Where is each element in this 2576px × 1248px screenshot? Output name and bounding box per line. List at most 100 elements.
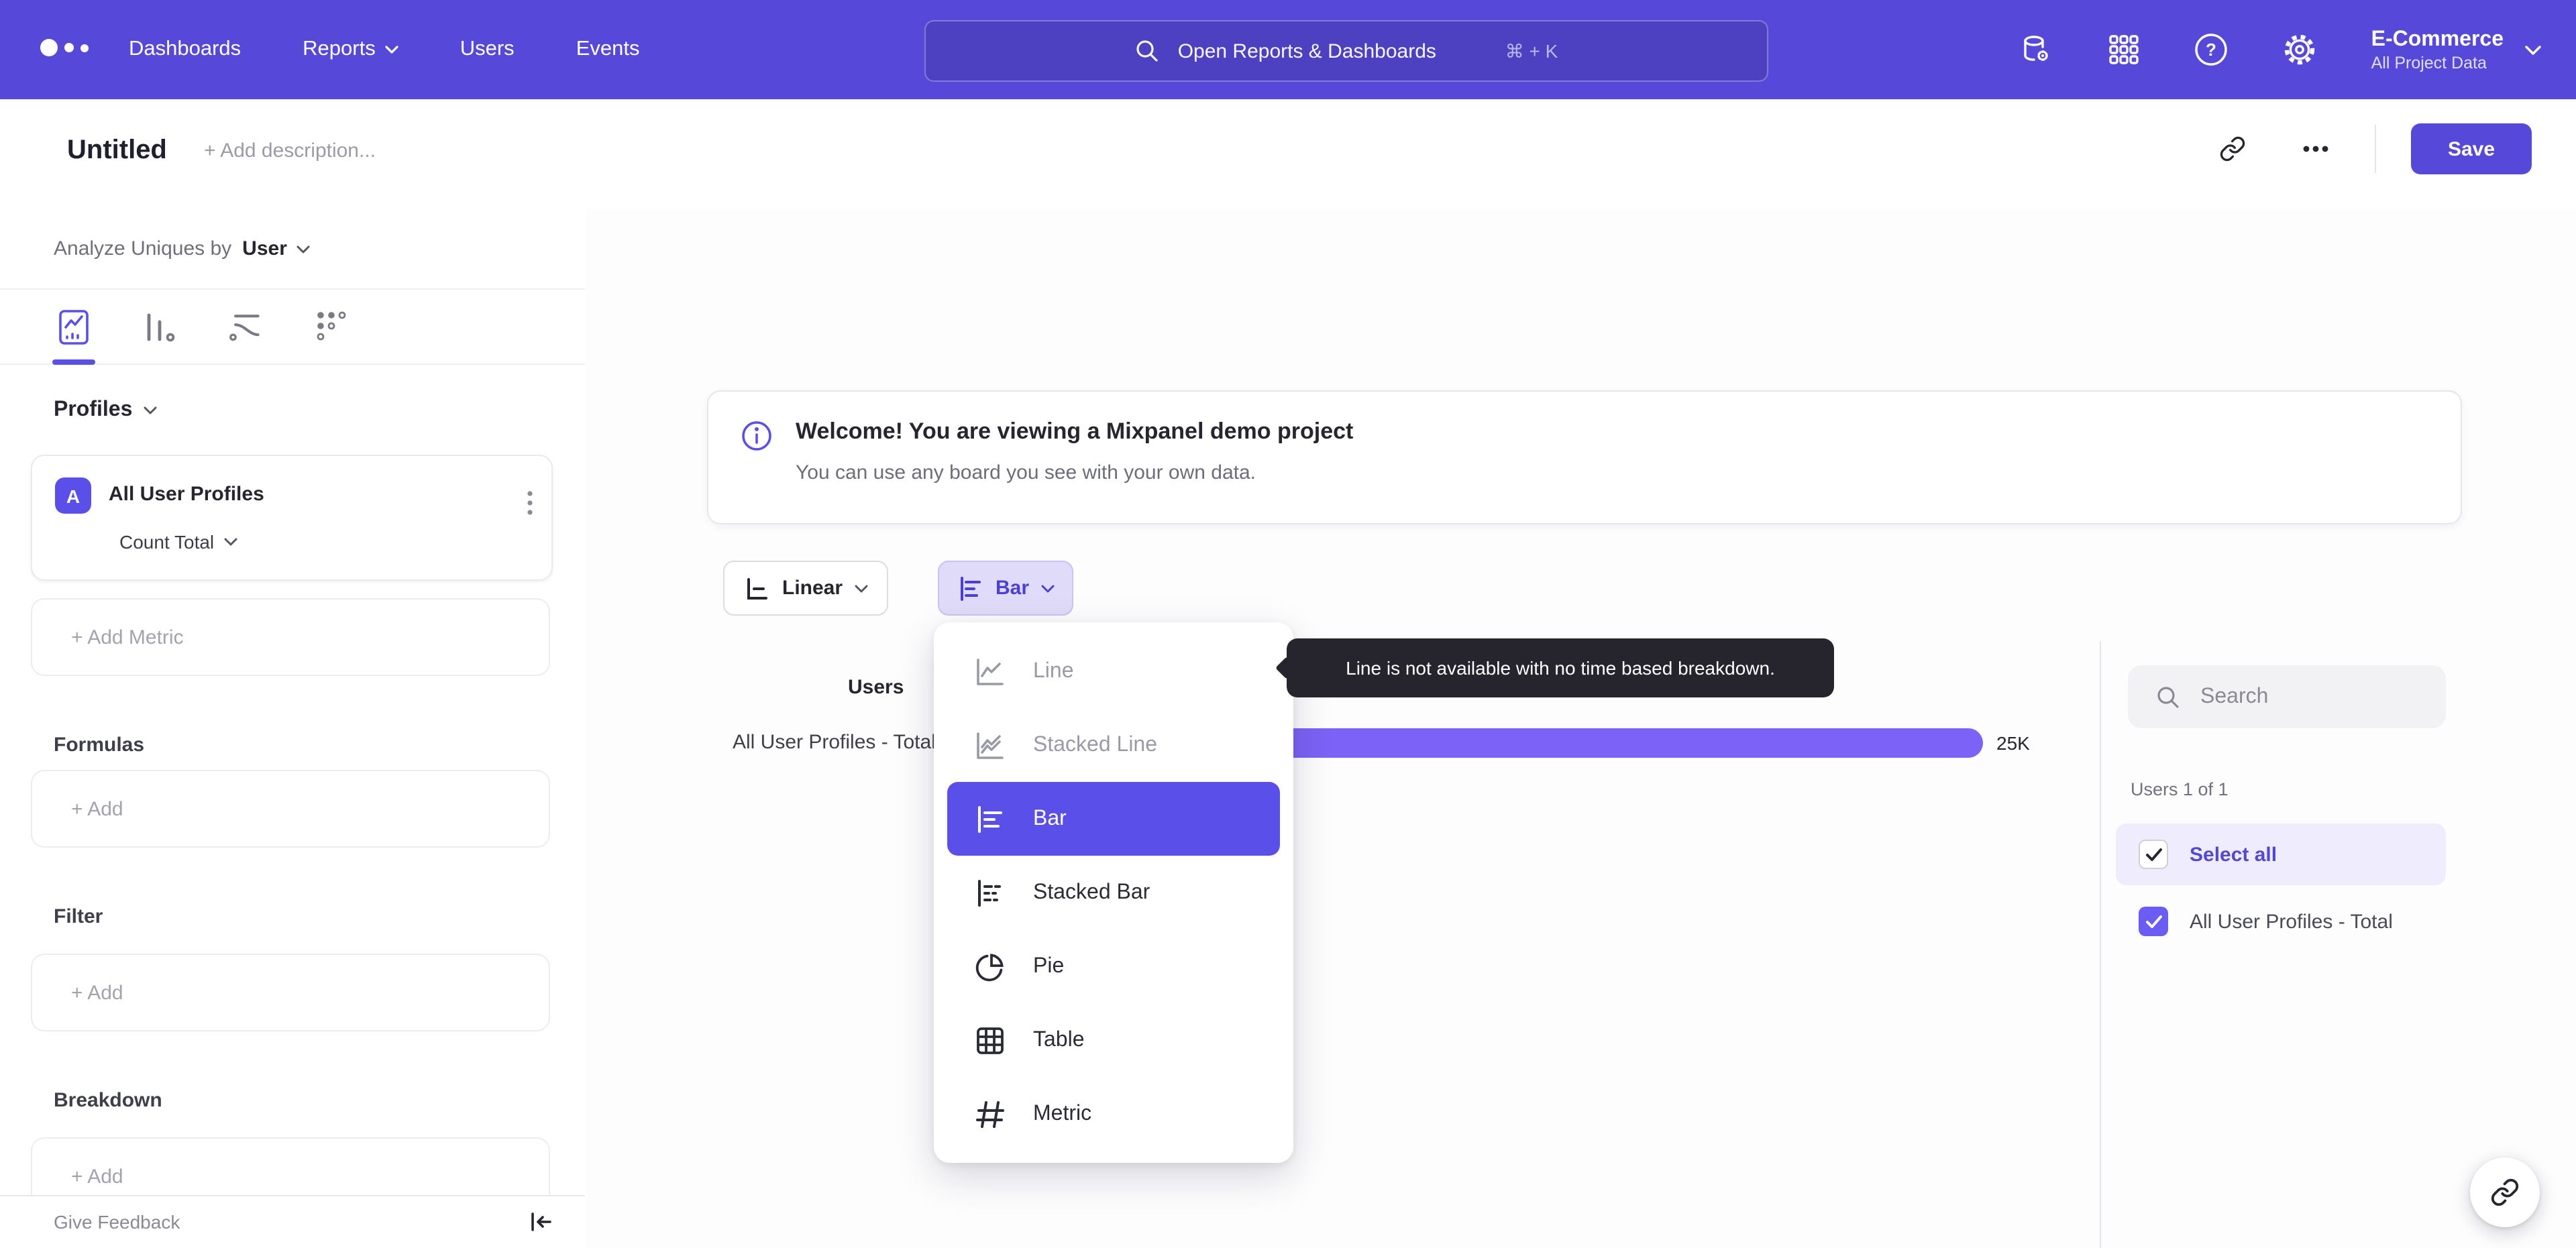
chart-column-users: Users [848, 676, 904, 699]
report-header: Untitled + Add description... Save [0, 99, 2576, 211]
add-metric-button[interactable]: + Add Metric [31, 598, 550, 676]
logo-dot-medium [64, 43, 74, 52]
legend-item-row[interactable]: All User Profiles - Total [2116, 891, 2446, 952]
nav-reports[interactable]: Reports [303, 38, 398, 62]
save-button[interactable]: Save [2411, 123, 2532, 174]
select-all-checkbox[interactable] [2139, 840, 2168, 869]
dropdown-item-label: Stacked Line [1033, 733, 1158, 756]
help-icon[interactable]: ? [2194, 32, 2229, 67]
scale-selector-label: Linear [782, 577, 843, 600]
project-switcher[interactable]: E-Commerce All Project Data [2371, 27, 2541, 72]
pie-chart-icon [975, 953, 1004, 981]
add-formula-button[interactable]: + Add [31, 770, 550, 848]
nav-events[interactable]: Events [576, 38, 640, 62]
stacked-bar-chart-icon [978, 879, 1001, 906]
add-filter-button[interactable]: + Add [31, 954, 550, 1031]
breakdown-section-title: Breakdown [54, 1089, 162, 1112]
welcome-banner: Welcome! You are viewing a Mixpanel demo… [707, 390, 2462, 524]
chart-type-label: Bar [996, 577, 1030, 600]
dropdown-item-table[interactable]: Table [934, 1003, 1293, 1077]
metric-hash-icon [976, 1100, 1004, 1127]
analyze-label: Analyze Uniques by [54, 237, 232, 260]
metric-card[interactable]: A All User Profiles Count Total [31, 455, 553, 581]
dropdown-item-label: Metric [1033, 1102, 1092, 1125]
tab-flows[interactable] [228, 304, 263, 349]
add-description[interactable]: + Add description... [204, 139, 376, 162]
nav-dashboards[interactable]: Dashboards [129, 38, 241, 62]
global-search-input[interactable] [1175, 38, 1489, 64]
metric-badge: A [55, 477, 91, 514]
divider [2375, 125, 2376, 173]
aggregation-selector[interactable]: Count Total [119, 531, 237, 553]
dropdown-item-pie[interactable]: Pie [934, 929, 1293, 1003]
nav-users-label: Users [460, 38, 515, 60]
chevron-down-icon [223, 538, 237, 546]
stacked-line-chart-icon [977, 732, 1004, 758]
project-name: E-Commerce [2371, 28, 2504, 52]
give-feedback-link[interactable]: Give Feedback [54, 1212, 180, 1233]
data-management-icon[interactable] [2020, 32, 2055, 67]
metric-options-icon[interactable] [527, 491, 533, 515]
chevron-down-icon [2525, 45, 2541, 54]
legend-item-label: All User Profiles - Total [2190, 910, 2393, 933]
top-navigation-bar: Dashboards Reports Users Events ⌘ + K [0, 0, 2576, 99]
dropdown-item-label: Line [1033, 659, 1074, 682]
banner-subtitle: You can use any board you see with your … [796, 461, 1256, 484]
tab-insights-active[interactable] [52, 304, 95, 364]
chart-type-button[interactable]: Bar [938, 561, 1074, 616]
tab-retention[interactable] [314, 304, 349, 349]
legend-count: Users 1 of 1 [2131, 779, 2229, 799]
sidebar-footer: Give Feedback [0, 1195, 585, 1248]
screen: Dashboards Reports Users Events ⌘ + K [0, 0, 2576, 1248]
banner-title: Welcome! You are viewing a Mixpanel demo… [796, 418, 1354, 444]
collapse-sidebar-icon[interactable] [529, 1212, 553, 1233]
bar-chart-icon [978, 805, 1002, 832]
global-search[interactable]: ⌘ + K [924, 20, 1768, 82]
search-icon [1136, 40, 1158, 62]
mixpanel-logo[interactable] [40, 39, 89, 56]
chevron-down-icon [1041, 584, 1055, 592]
link-icon [2491, 1178, 2519, 1206]
tab-funnels[interactable] [142, 304, 177, 349]
scale-selector-button[interactable]: Linear [723, 561, 889, 616]
legend-search-input[interactable] [2198, 683, 2418, 710]
nav-users[interactable]: Users [460, 38, 515, 62]
chevron-down-icon [143, 406, 156, 414]
chart-bar-value: 25K [1996, 732, 2030, 754]
project-scope: All Project Data [2371, 53, 2487, 72]
dropdown-item-label: Table [1033, 1028, 1085, 1051]
active-tab-indicator [52, 359, 95, 364]
floating-link-button[interactable] [2470, 1157, 2540, 1227]
dropdown-item-metric[interactable]: Metric [934, 1077, 1293, 1151]
settings-gear-icon[interactable] [2283, 32, 2318, 67]
report-canvas: Welcome! You are viewing a Mixpanel demo… [586, 209, 2576, 1248]
apps-grid-icon[interactable] [2108, 34, 2141, 66]
legend-divider [2100, 641, 2101, 1248]
chevron-down-icon [297, 245, 310, 253]
search-shortcut: ⌘ + K [1505, 40, 1558, 61]
dropdown-item-label: Stacked Bar [1033, 881, 1150, 903]
analyze-uniques-row: Analyze Uniques by User [0, 209, 585, 290]
dropdown-item-bar-selected[interactable]: Bar [947, 782, 1280, 856]
report-title[interactable]: Untitled [67, 135, 167, 166]
report-type-tabs [0, 290, 585, 365]
metric-name: All User Profiles [109, 483, 264, 506]
select-all-label: Select all [2190, 843, 2277, 866]
copy-link-icon[interactable] [2208, 125, 2257, 173]
profiles-section-header[interactable]: Profiles [54, 398, 156, 422]
search-icon [2157, 686, 2179, 707]
dropdown-item-label: Bar [1033, 807, 1067, 830]
aggregation-value: Count Total [119, 531, 215, 553]
nav-events-label: Events [576, 38, 640, 60]
more-options-icon[interactable] [2292, 125, 2340, 173]
logo-dot-large [40, 39, 58, 56]
formulas-section-title: Formulas [54, 734, 145, 756]
analyze-entity-selector[interactable]: User [242, 237, 310, 260]
legend-item-checkbox[interactable] [2139, 907, 2168, 936]
select-all-row[interactable]: Select all [2116, 824, 2446, 885]
query-builder-sidebar: Analyze Uniques by User Profiles A All U… [0, 209, 588, 1248]
topnav-right: ? E-Commerce All Project Data [2020, 0, 2576, 99]
legend-search[interactable] [2128, 665, 2446, 728]
analyze-entity-value: User [242, 237, 287, 260]
dropdown-item-stacked-bar[interactable]: Stacked Bar [934, 856, 1293, 929]
